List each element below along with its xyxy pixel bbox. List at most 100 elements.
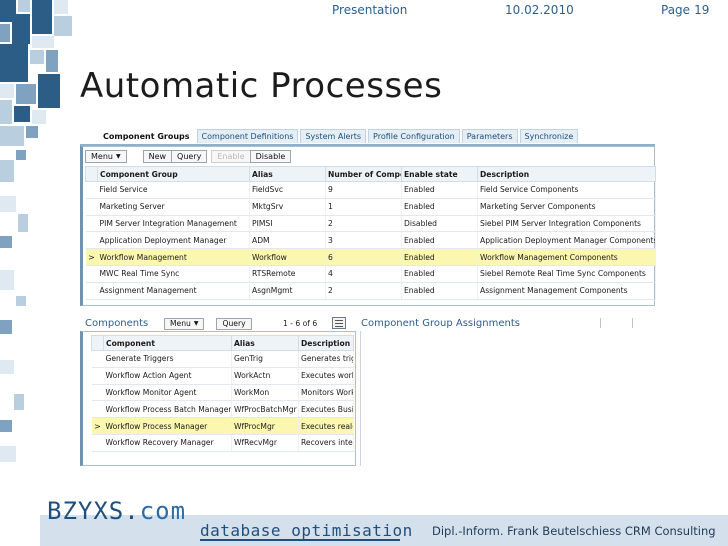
cell-component: Generate Triggers — [103, 350, 232, 368]
table-row[interactable]: Application Deployment Manager ADM 3 Ena… — [85, 231, 656, 250]
cell-description: Siebel PIM Server Integration Components — [477, 215, 656, 233]
column-header-alias[interactable]: Alias — [231, 335, 299, 351]
view-tabs: Component Groups Component Definitions S… — [98, 129, 579, 144]
cell-component-group: Workflow Management — [97, 248, 250, 266]
column-header-description[interactable]: Description — [477, 166, 656, 182]
row-selector[interactable] — [91, 367, 104, 385]
table-row[interactable]: Marketing Server MktgSrv 1 Enabled Marke… — [85, 198, 656, 216]
cell-alias: MktgSrv — [249, 198, 326, 216]
toolbar-separator — [600, 318, 601, 328]
cell-component-group: PIM Server Integration Management — [97, 215, 250, 233]
logo-tld-text: com — [139, 497, 187, 525]
cell-description: Monitors Workfl — [298, 384, 354, 402]
cell-count: 2 — [325, 215, 402, 233]
column-header-number-of-components[interactable]: Number of Compo — [325, 166, 402, 182]
cell-count: 9 — [325, 181, 402, 199]
column-header-description[interactable]: Description — [298, 335, 354, 351]
table-row[interactable]: MWC Real Time Sync RTSRemote 4 Enabled S… — [85, 265, 656, 283]
row-selector[interactable] — [85, 215, 98, 233]
row-selector[interactable] — [85, 282, 98, 300]
table-row[interactable]: Workflow Action Agent WorkActn Executes … — [91, 367, 354, 385]
cell-component-group: Assignment Management — [97, 282, 250, 300]
row-selector-active[interactable]: > — [91, 417, 104, 435]
tagline: database optimisation — [200, 521, 413, 540]
table-row[interactable]: Workflow Process Batch Manager WfProcBat… — [91, 400, 354, 419]
menu-button[interactable]: Menu ▼ — [85, 150, 127, 163]
column-header-alias[interactable]: Alias — [249, 166, 326, 182]
table-header-row: Component Alias Description — [91, 335, 354, 351]
cell-description: Assignment Management Components — [477, 282, 656, 300]
company-logo: BZYXS.com — [47, 497, 186, 525]
cell-count: 4 — [325, 265, 402, 283]
row-selector-active[interactable]: > — [85, 248, 98, 266]
assignments-title: Component Group Assignments — [361, 318, 520, 329]
cell-description: Executes workfl — [298, 367, 354, 385]
tab-parameters[interactable]: Parameters — [461, 129, 518, 143]
tab-component-definitions[interactable]: Component Definitions — [196, 129, 299, 143]
cell-alias: WorkActn — [231, 367, 299, 385]
list-options-icon[interactable] — [332, 317, 346, 329]
table-row[interactable]: Workflow Monitor Agent WorkMon Monitors … — [91, 384, 354, 402]
component-groups-list: Menu ▼ New Query Enable Disable Component… — [80, 146, 656, 306]
table-row[interactable]: Workflow Recovery Manager WfRecvMgr Reco… — [91, 434, 354, 452]
slide-footer: BZYXS.com database optimisation Dipl.-In… — [0, 480, 728, 546]
enable-button[interactable]: Enable — [211, 150, 250, 163]
cell-alias: RTSRemote — [249, 265, 326, 283]
table-row[interactable]: Field Service FieldSvc 9 Enabled Field S… — [85, 181, 656, 199]
tab-system-alerts[interactable]: System Alerts — [300, 129, 367, 143]
component-groups-table: Component Group Alias Number of Compo En… — [85, 166, 656, 300]
row-selector[interactable] — [85, 231, 98, 250]
new-button[interactable]: New — [142, 150, 172, 163]
row-selector[interactable] — [85, 198, 98, 216]
table-row[interactable]: PIM Server Integration Management PIMSI … — [85, 215, 656, 233]
chevron-down-icon: ▼ — [193, 320, 199, 327]
table-row[interactable]: Generate Triggers GenTrig Generates trig… — [91, 350, 354, 368]
cell-enable-state: Enabled — [401, 265, 478, 283]
logo-main-text: BZYXS. — [47, 497, 140, 525]
slide-title: Automatic Processes — [80, 66, 443, 106]
author-credit: Dipl.-Inform. Frank Beutelschiess CRM Co… — [432, 524, 716, 538]
row-selector[interactable] — [91, 434, 104, 452]
cell-alias: FieldSvc — [249, 181, 326, 199]
cell-alias: AsgnMgmt — [249, 282, 326, 300]
cell-description: Executes real-tir — [298, 417, 354, 435]
row-selector[interactable] — [85, 265, 98, 283]
components-menu-button[interactable]: Menu ▼ — [164, 318, 205, 330]
cell-description: Application Deployment Manager Component… — [477, 231, 656, 250]
disable-button[interactable]: Disable — [249, 150, 292, 163]
row-selector[interactable] — [91, 400, 104, 419]
components-query-button[interactable]: Query — [216, 318, 252, 330]
table-row-selected[interactable]: > Workflow Process Manager WfProcMgr Exe… — [91, 417, 354, 435]
components-area: Components Menu ▼ Query 1 - 6 of 6 Compon… — [80, 314, 655, 466]
cell-enable-state: Enabled — [401, 181, 478, 199]
cell-component-group: MWC Real Time Sync — [97, 265, 250, 283]
cell-enable-state: Enabled — [401, 248, 478, 266]
chevron-down-icon: ▼ — [115, 153, 121, 160]
cell-description: Workflow Management Components — [477, 248, 656, 266]
menu-button-label: Menu — [91, 152, 113, 161]
header-page: Page 19 — [661, 3, 709, 17]
cell-component: Workflow Action Agent — [103, 367, 232, 385]
column-header-component-group[interactable]: Component Group — [97, 166, 250, 182]
cell-component: Workflow Process Manager — [103, 417, 232, 435]
row-selector[interactable] — [85, 181, 98, 199]
slide-header: Presentation 10.02.2010 Page 19 — [0, 3, 728, 19]
cell-component-group: Field Service — [97, 181, 250, 199]
tab-profile-configuration[interactable]: Profile Configuration — [368, 129, 460, 143]
components-title: Components — [85, 318, 149, 329]
cell-alias: GenTrig — [231, 350, 299, 368]
column-header-component[interactable]: Component — [103, 335, 232, 351]
table-row[interactable]: Assignment Management AsgnMgmt 2 Enabled… — [85, 282, 656, 300]
header-date: 10.02.2010 — [505, 3, 574, 17]
cell-enable-state: Enabled — [401, 282, 478, 300]
row-selector[interactable] — [91, 350, 104, 368]
row-selector[interactable] — [91, 384, 104, 402]
assignments-panel — [360, 331, 655, 466]
cell-enable-state: Disabled — [401, 215, 478, 233]
cell-alias: WfProcBatchMgr — [231, 400, 299, 419]
tab-synchronize[interactable]: Synchronize — [519, 129, 579, 143]
tab-component-groups[interactable]: Component Groups — [98, 129, 195, 143]
table-row-selected[interactable]: > Workflow Management Workflow 6 Enabled… — [85, 248, 656, 266]
query-button[interactable]: Query — [171, 150, 208, 163]
column-header-enable-state[interactable]: Enable state — [401, 166, 478, 182]
